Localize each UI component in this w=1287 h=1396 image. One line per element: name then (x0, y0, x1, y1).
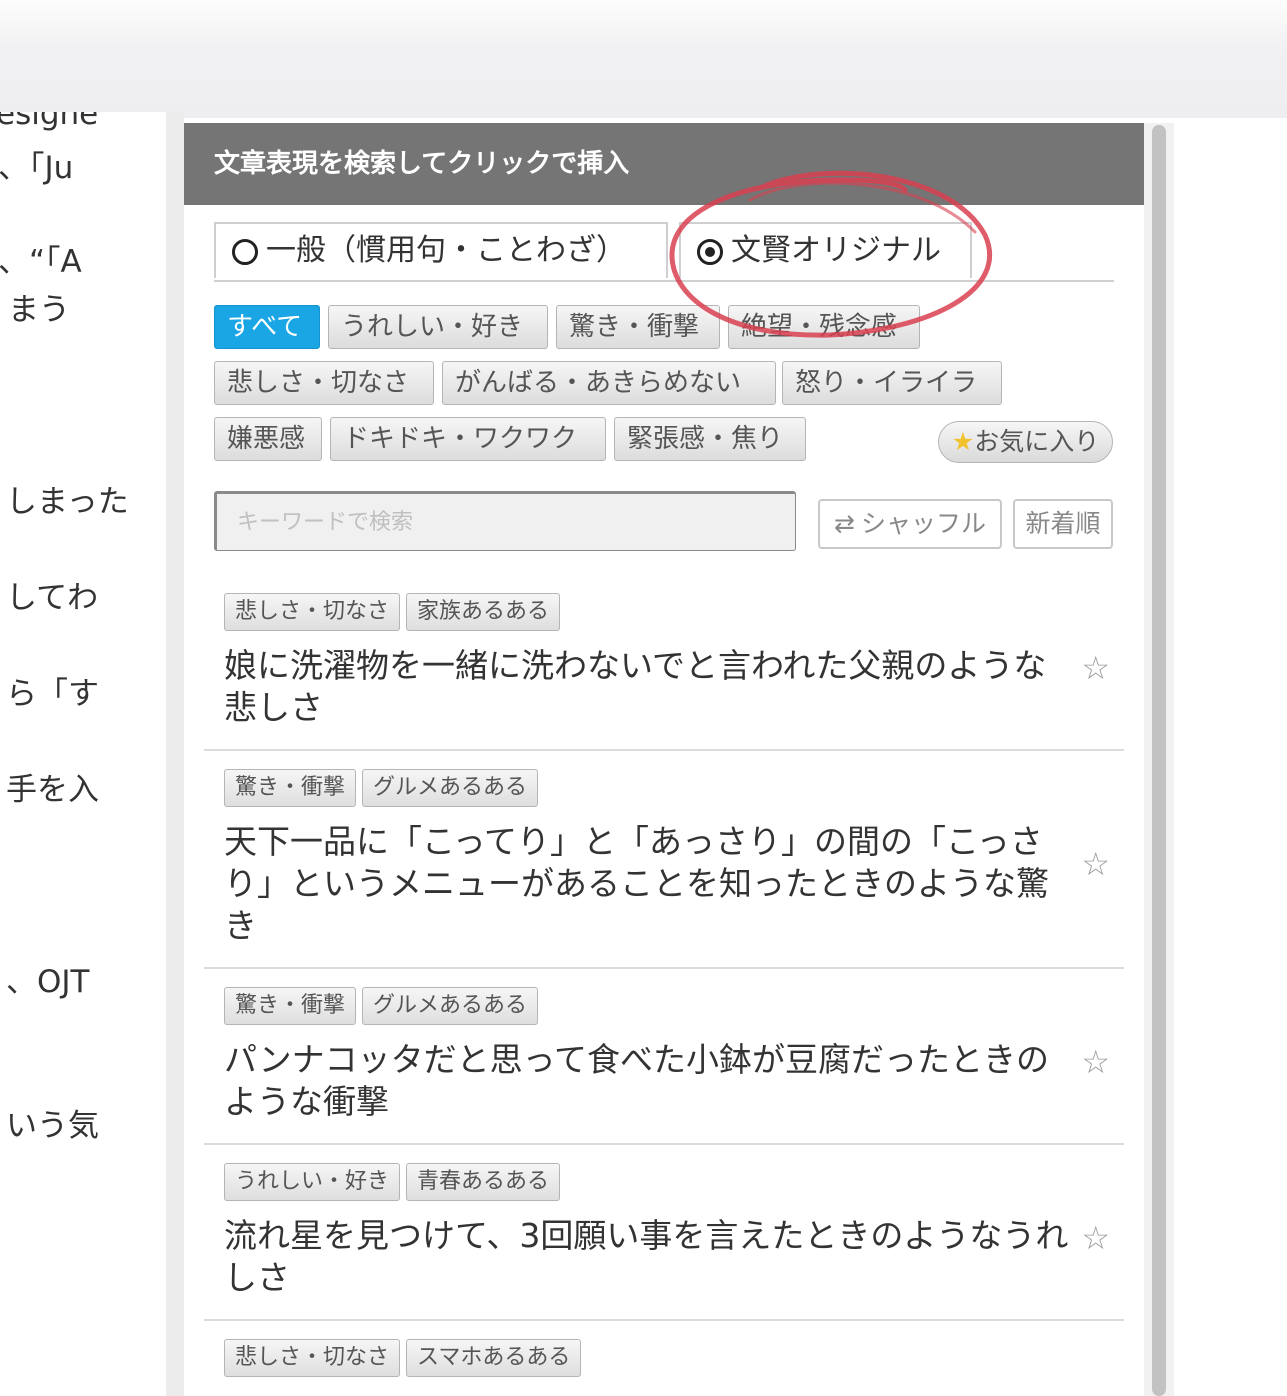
radio-selected-icon (697, 239, 723, 265)
doc-text-fragment: esigne (0, 112, 99, 132)
tab-label: 一般（慣用句・ことわざ） (266, 233, 626, 268)
result-list: 悲しさ・切なさ 家族あるある 娘に洗濯物を一緒に洗わないでと言われた父親のような悲… (204, 575, 1124, 1396)
doc-text-fragment: 、“「A (0, 244, 82, 280)
category-happy-like[interactable]: うれしい・好き (328, 305, 548, 349)
result-tag: 青春あるある (406, 1163, 561, 1201)
tab-general-idioms[interactable]: 一般（慣用句・ことわざ） (214, 222, 668, 278)
category-sadness[interactable]: 悲しさ・切なさ (214, 361, 434, 405)
newest-sort-button[interactable]: 新着順 (1013, 499, 1113, 549)
tab-label: 文賢オリジナル (731, 233, 941, 268)
star-icon[interactable]: ☆ (1081, 649, 1110, 687)
result-phrase[interactable]: 天下一品に「こってり」と「あっさり」の間の「こっさり」というメニューがあることを… (224, 821, 1074, 947)
shuffle-label: シャッフル (860, 509, 986, 538)
list-item[interactable]: 悲しさ・切なさ 家族あるある 娘に洗濯物を一緒に洗わないでと言われた父親のような悲… (204, 575, 1124, 751)
shuffle-button[interactable]: ⇄ シャッフル (818, 499, 1002, 549)
panel-title: 文章表現を検索してクリックで挿入 (184, 123, 1144, 205)
document-editor-area[interactable]: esigne 、「Ju 、“「A まう しまった してわ ら「す 手を入 、OJ… (0, 112, 167, 1396)
result-tags: 驚き・衝撃 グルメあるある (224, 769, 1124, 809)
result-phrase[interactable]: 流れ星を見つけて、3回願い事を言えたときのようなうれしさ (224, 1215, 1074, 1299)
result-tag: グルメあるある (362, 769, 539, 807)
doc-text-fragment: してわ (6, 580, 99, 616)
favorites-button[interactable]: ★お気に入り (938, 421, 1113, 463)
result-phrase[interactable]: 娘に洗濯物を一緒に洗わないでと言われた父親のような悲しさ (224, 645, 1074, 729)
mode-tabs: 一般（慣用句・ことわざ） 文賢オリジナル (214, 222, 1114, 282)
doc-text-fragment: まう (8, 292, 70, 328)
star-icon[interactable]: ☆ (1081, 1219, 1110, 1257)
list-item[interactable]: うれしい・好き 青春あるある 流れ星を見つけて、3回願い事を言えたときのようなうれ… (204, 1145, 1124, 1321)
doc-text-fragment: しまった (6, 484, 129, 520)
star-icon: ★ (951, 427, 975, 456)
result-phrase[interactable]: パンナコッタだと思って食べた小鉢が豆腐だったときのような衝撃 (224, 1039, 1074, 1123)
result-tags: 悲しさ・切なさ 家族あるある (224, 593, 1124, 633)
tab-bunken-original[interactable]: 文賢オリジナル (679, 222, 972, 278)
doc-text-fragment: 、OJT (6, 964, 90, 1000)
result-tag: 驚き・衝撃 (224, 769, 357, 807)
window-top-shade (0, 0, 1287, 118)
result-tags: うれしい・好き 青春あるある (224, 1163, 1124, 1203)
panel-gutter (166, 112, 184, 1396)
result-tag: 家族あるある (406, 593, 561, 631)
panel-scrollbar[interactable] (1144, 123, 1174, 1396)
category-anger[interactable]: 怒り・イライラ (782, 361, 1002, 405)
star-icon[interactable]: ☆ (1081, 1043, 1110, 1081)
category-excitement[interactable]: ドキドキ・ワクワク (330, 417, 606, 461)
radio-empty-icon (232, 239, 258, 265)
doc-text-fragment: いう気 (6, 1108, 99, 1144)
result-tags: 悲しさ・切なさ スマホあるある (224, 1339, 1124, 1379)
category-disgust[interactable]: 嫌悪感 (214, 417, 322, 461)
favorites-label: お気に入り (974, 427, 1100, 456)
star-icon[interactable]: ☆ (1081, 845, 1110, 883)
result-tag: 悲しさ・切なさ (224, 593, 401, 631)
result-tag: うれしい・好き (224, 1163, 401, 1201)
result-tag: 悲しさ・切なさ (224, 1339, 401, 1377)
list-item[interactable]: 驚き・衝撃 グルメあるある パンナコッタだと思って食べた小鉢が豆腐だったときのよう… (204, 969, 1124, 1145)
shuffle-icon: ⇄ (834, 509, 855, 538)
doc-text-fragment: ら「す (6, 676, 99, 712)
doc-text-fragment: 手を入 (6, 772, 99, 808)
list-item[interactable]: 驚き・衝撃 グルメあるある 天下一品に「こってり」と「あっさり」の間の「こっさり」… (204, 751, 1124, 969)
category-surprise-shock[interactable]: 驚き・衝撃 (556, 305, 720, 349)
category-perseverance[interactable]: がんばる・あきらめない (442, 361, 776, 405)
list-item[interactable]: 悲しさ・切なさ スマホあるある (204, 1321, 1124, 1396)
result-tags: 驚き・衝撃 グルメあるある (224, 987, 1124, 1027)
result-tag: スマホあるある (406, 1339, 582, 1377)
expression-search-panel: 文章表現を検索してクリックで挿入 一般（慣用句・ことわざ） 文賢オリジナル すべ… (184, 123, 1144, 1396)
category-all[interactable]: すべて (214, 305, 320, 349)
category-despair-disappointment[interactable]: 絶望・残念感 (728, 305, 920, 349)
scrollbar-thumb[interactable] (1152, 125, 1166, 1396)
result-tag: 驚き・衝撃 (224, 987, 357, 1025)
doc-text-fragment: 、「Ju (0, 150, 74, 186)
category-nervousness[interactable]: 緊張感・焦り (614, 417, 806, 461)
keyword-search-input[interactable] (214, 491, 796, 551)
result-tag: グルメあるある (362, 987, 539, 1025)
